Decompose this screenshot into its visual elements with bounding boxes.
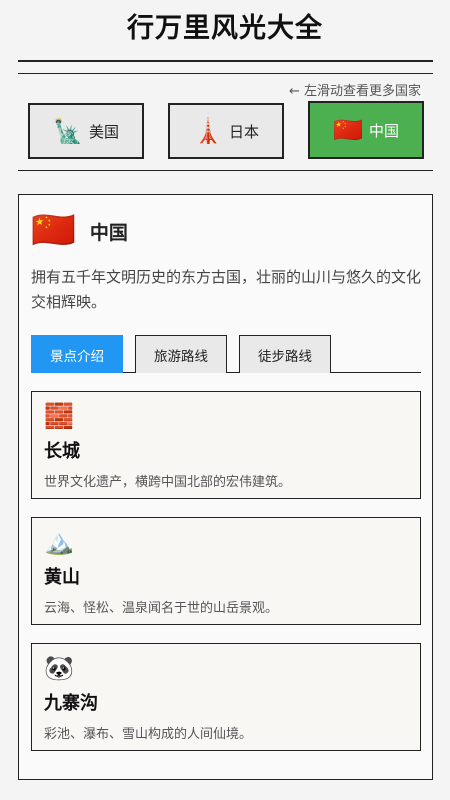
tokyo-tower-icon: 🗼 [193, 117, 223, 145]
country-header: 🇨🇳 中国 [31, 213, 128, 249]
spot-description: 世界文化遗产，横跨中国北部的宏伟建筑。 [44, 475, 292, 490]
mountain-icon: 🏔️ [44, 528, 74, 556]
country-button-usa[interactable]: 🗽 美国 [28, 103, 144, 159]
country-label: 中国 [368, 121, 399, 140]
spot-card-huangshan[interactable]: 🏔️ 黄山 云海、怪松、温泉闻名于世的山岳景观。 [31, 517, 421, 625]
tab-bar: 景点介绍 旅游路线 徒步路线 [31, 335, 421, 373]
country-label: 日本 [228, 122, 259, 141]
country-detail-card: 🇨🇳 中国 拥有五千年文明历史的东方古国，壮丽的山川与悠久的文化交相辉映。 景点… [18, 194, 433, 780]
country-button-china[interactable]: 🇨🇳 中国 [308, 101, 424, 159]
spot-title: 长城 [44, 441, 80, 462]
swipe-hint: ← 左滑动查看更多国家 [288, 84, 421, 99]
panda-icon: 🐼 [44, 654, 74, 682]
app-title: 行万里风光大全 [127, 13, 323, 44]
country-selector[interactable]: ← 左滑动查看更多国家 🗽 美国 🗼 日本 🇨🇳 中国 [18, 73, 433, 171]
country-label: 美国 [88, 122, 119, 141]
spot-card-great-wall[interactable]: 🧱 长城 世界文化遗产，横跨中国北部的宏伟建筑。 [31, 391, 421, 499]
spot-description: 彩池、瀑布、雪山构成的人间仙境。 [44, 727, 253, 742]
tab-hiking-routes[interactable]: 徒步路线 [239, 335, 331, 373]
country-description: 拥有五千年文明历史的东方古国，壮丽的山川与悠久的文化交相辉映。 [31, 268, 422, 311]
country-name: 中国 [89, 221, 128, 244]
country-button-japan[interactable]: 🗼 日本 [168, 103, 284, 159]
spot-description: 云海、怪松、温泉闻名于世的山岳景观。 [44, 601, 279, 616]
china-flag-icon: 🇨🇳 [333, 116, 363, 144]
spot-card-jiuzhaigou[interactable]: 🐼 九寨沟 彩池、瀑布、雪山构成的人间仙境。 [31, 643, 421, 751]
spot-title: 黄山 [44, 567, 80, 588]
tab-travel-routes[interactable]: 旅游路线 [135, 335, 227, 373]
tab-attractions[interactable]: 景点介绍 [31, 335, 123, 373]
spot-title: 九寨沟 [44, 693, 98, 714]
top-divider [18, 60, 433, 62]
brick-wall-icon: 🧱 [44, 402, 74, 430]
statue-of-liberty-icon: 🗽 [53, 117, 83, 145]
china-flag-icon: 🇨🇳 [31, 210, 76, 251]
